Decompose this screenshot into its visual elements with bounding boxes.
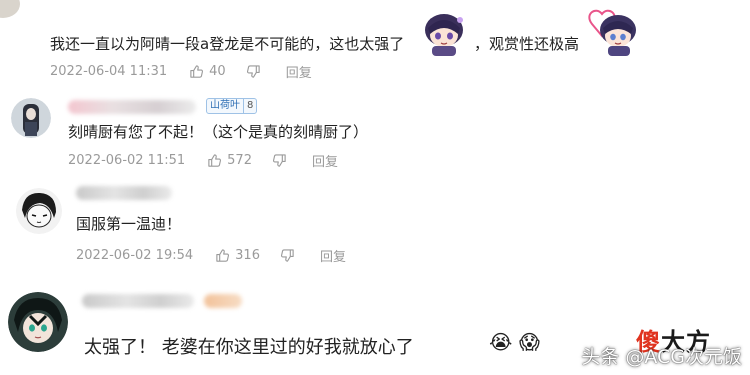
comment-3-meta: 2022-06-02 19:54 316 回复 — [76, 246, 366, 265]
dislike-button[interactable] — [246, 64, 266, 79]
comment-3-text: 国服第一温迪！ — [76, 215, 182, 233]
avatar[interactable] — [16, 188, 62, 234]
comment-date: 2022-06-02 19:54 — [76, 248, 194, 263]
emoji-crying: 😭 — [489, 330, 513, 354]
comment-date: 2022-06-04 11:31 — [50, 64, 168, 79]
dislike-icon — [246, 65, 260, 78]
avatar[interactable] — [8, 292, 68, 352]
avatar[interactable] — [11, 98, 51, 138]
reply-button[interactable]: 回复 — [286, 62, 312, 81]
username-blurred — [68, 100, 196, 114]
user-badge-blurred — [204, 294, 242, 308]
user-badge: 山荷叶 8 — [206, 98, 258, 114]
comment-1-text-before: 我还一直以为阿晴一段a登龙是不可能的，这也太强了 — [50, 35, 405, 53]
badge-label: 山荷叶 — [210, 100, 240, 111]
dislike-button[interactable] — [280, 248, 300, 263]
reply-button[interactable]: 回复 — [320, 246, 346, 265]
username-blurred — [82, 294, 194, 308]
watermark: 头条 @ACG次元饭 — [581, 346, 742, 368]
like-count: 572 — [227, 153, 252, 168]
badge-level: 8 — [243, 99, 253, 113]
like-button[interactable]: 316 — [215, 248, 260, 263]
reply-button[interactable]: 回复 — [312, 151, 338, 170]
sticker — [588, 9, 636, 56]
like-icon — [190, 65, 204, 78]
sticker — [425, 14, 463, 56]
like-icon — [216, 249, 230, 262]
comment-1-meta: 2022-06-04 11:31 40 回复 — [50, 62, 332, 81]
like-button[interactable]: 40 — [189, 64, 226, 79]
like-count: 40 — [209, 64, 226, 79]
like-icon — [208, 154, 222, 167]
like-button[interactable]: 572 — [207, 153, 252, 168]
emoji-scream: 😱 — [519, 330, 540, 354]
comment-2-meta: 2022-06-02 11:51 572 回复 — [68, 151, 358, 170]
comment-2-text: 刻晴厨有您了不起！（这个是真的刻晴厨了） — [68, 123, 369, 141]
avatar[interactable] — [0, 0, 20, 18]
comment-1-text-after: ，观赏性还极高 — [474, 35, 580, 53]
dislike-icon — [272, 154, 286, 167]
comment-4-text: 太强了！ 老婆在你这里过的好我就放心了 — [84, 337, 414, 358]
dislike-button[interactable] — [272, 153, 292, 168]
comment-date: 2022-06-02 11:51 — [68, 153, 186, 168]
username-blurred — [76, 186, 172, 200]
dislike-icon — [280, 249, 294, 262]
like-count: 316 — [235, 248, 260, 263]
